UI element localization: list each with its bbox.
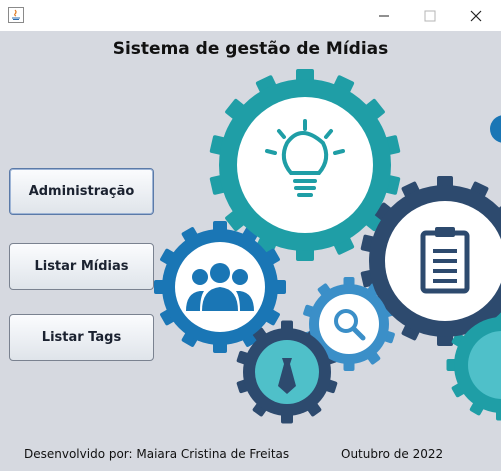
tie-gear-icon <box>243 328 331 416</box>
small-gear-icon <box>490 115 501 143</box>
close-icon <box>470 10 482 21</box>
listar-tags-button[interactable]: Listar Tags <box>9 314 154 361</box>
developer-credit: Desenvolvido por: Maiara Cristina de Fre… <box>24 447 290 461</box>
app-window: Sistema de gestão de Mídias Administraçã… <box>0 0 501 471</box>
main-panel: Sistema de gestão de Mídias Administraçã… <box>0 31 501 471</box>
minimize-icon <box>379 15 389 16</box>
maximize-button[interactable] <box>407 0 453 31</box>
administracao-button[interactable]: Administração <box>9 168 154 215</box>
page-title: Sistema de gestão de Mídias <box>112 39 389 59</box>
java-app-icon <box>8 7 24 23</box>
minimize-button[interactable] <box>361 0 407 31</box>
listar-midias-button[interactable]: Listar Mídias <box>9 243 154 290</box>
lightbulb-gear-icon <box>219 79 391 251</box>
title-bar[interactable] <box>0 0 501 31</box>
maximize-icon <box>424 10 436 21</box>
team-gear-icon <box>162 229 278 345</box>
release-date: Outubro de 2022 <box>341 447 444 461</box>
close-button[interactable] <box>453 0 499 31</box>
